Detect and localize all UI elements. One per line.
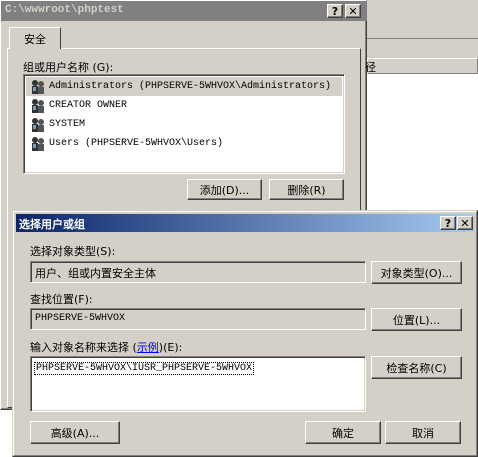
location-value: PHPSERVE-5WHVOX (35, 313, 126, 324)
toolbar-area (367, 0, 478, 39)
help-button[interactable]: ? (440, 216, 456, 230)
tab-security-label: 安全 (24, 32, 46, 46)
add-button[interactable]: 添加(D)... (187, 179, 262, 200)
user-name: CREATOR OWNER (49, 100, 128, 111)
select-users-dialog: 选择用户或组 ? ✕ 选择对象类型(S): 用户、组或内置安全主体 对象类型(O… (12, 210, 478, 457)
close-button[interactable]: ✕ (345, 4, 361, 18)
ok-button[interactable]: 确定 (305, 421, 381, 444)
list-item-system[interactable]: SYSTEM (26, 115, 342, 134)
users-group-icon (32, 136, 44, 151)
help-button[interactable]: ? (327, 4, 343, 18)
select-users-titlebar[interactable]: 选择用户或组 ? ✕ (16, 214, 474, 232)
remove-button[interactable]: 删除(R) (269, 179, 344, 200)
toolbar-strip (367, 40, 478, 56)
users-group-icon (32, 79, 44, 94)
enter-names-label-pre: 输入对象名称来选择 ( (30, 341, 137, 354)
enter-names-label: 输入对象名称来选择 (示例)(E): (30, 339, 182, 355)
security-dialog-title: C:\wwwroot\phptest (5, 4, 124, 16)
user-name: Users (PHPSERVE-5WHVOX\Users) (49, 138, 224, 149)
list-item-users[interactable]: Users (PHPSERVE-5WHVOX\Users) (26, 134, 342, 153)
cancel-button[interactable]: 取消 (385, 421, 461, 444)
list-item-administrators[interactable]: Administrators (PHPSERVE-5WHVOX\Administ… (26, 77, 342, 96)
location-label: 查找位置(F): (30, 293, 93, 306)
users-group-icon (32, 98, 44, 113)
object-types-button[interactable]: 对象类型(O)... (371, 261, 462, 284)
locations-button[interactable]: 位置(L)... (371, 308, 462, 331)
close-button[interactable]: ✕ (457, 216, 473, 230)
advanced-button[interactable]: 高级(A)... (30, 421, 120, 444)
object-type-field: 用户、组或内置安全主体 (30, 261, 366, 283)
location-field: PHPSERVE-5WHVOX (30, 308, 366, 330)
object-name-entry[interactable]: PHPSERVE-5WHVOX\IUSR_PHPSERVE-5WHVOX (34, 362, 255, 375)
object-type-value: 用户、组或内置安全主体 (35, 267, 156, 280)
select-users-title: 选择用户或组 (19, 218, 85, 231)
user-list[interactable]: Administrators (PHPSERVE-5WHVOX\Administ… (23, 74, 345, 174)
object-names-input[interactable]: PHPSERVE-5WHVOX\IUSR_PHPSERVE-5WHVOX (30, 356, 366, 412)
security-dialog-titlebar[interactable]: C:\wwwroot\phptest ? ✕ (1, 1, 368, 21)
column-header[interactable]: 径 (365, 58, 478, 74)
column-header-path: 径 (365, 61, 376, 74)
object-type-label: 选择对象类型(S): (30, 245, 116, 258)
users-group-icon (32, 117, 44, 132)
examples-link[interactable]: 示例 (137, 341, 159, 354)
tab-security[interactable]: 安全 (9, 27, 61, 49)
user-name: SYSTEM (49, 119, 86, 130)
user-name: Administrators (PHPSERVE-5WHVOX\Administ… (49, 81, 332, 92)
enter-names-label-post: )(E): (158, 341, 183, 354)
group-label: 组或用户名称 (G): (23, 61, 114, 74)
list-item-creator-owner[interactable]: CREATOR OWNER (26, 96, 342, 115)
check-names-button[interactable]: 检查名称(C) (371, 356, 462, 379)
